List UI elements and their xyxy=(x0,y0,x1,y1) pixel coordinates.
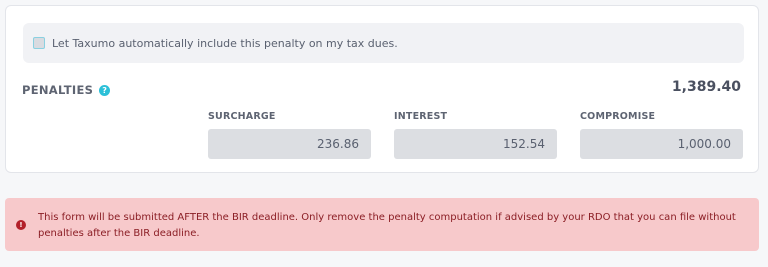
interest-input[interactable] xyxy=(394,129,557,159)
penalties-title-text: PENALTIES xyxy=(22,83,94,97)
interest-label: INTEREST xyxy=(394,111,448,122)
auto-include-penalty-label: Let Taxumo automatically include this pe… xyxy=(52,36,398,50)
compromise-field: COMPROMISE xyxy=(580,111,743,159)
auto-include-penalty-box: Let Taxumo automatically include this pe… xyxy=(23,23,744,63)
penalties-card: Let Taxumo automatically include this pe… xyxy=(5,5,759,173)
compromise-input[interactable] xyxy=(580,129,743,159)
surcharge-field: SURCHARGE xyxy=(208,111,371,159)
surcharge-label: SURCHARGE xyxy=(208,111,276,122)
help-icon[interactable]: ? xyxy=(99,84,111,96)
surcharge-input[interactable] xyxy=(208,129,371,159)
penalties-title: PENALTIES ? xyxy=(22,83,111,97)
late-filing-alert: ! This form will be submitted AFTER the … xyxy=(5,198,759,251)
penalties-total: 1,389.40 xyxy=(671,79,741,95)
alert-icon: ! xyxy=(16,220,26,230)
compromise-label: COMPROMISE xyxy=(580,111,656,122)
interest-field: INTEREST xyxy=(394,111,557,159)
auto-include-penalty-checkbox[interactable] xyxy=(33,37,45,49)
alert-message: This form will be submitted AFTER the BI… xyxy=(38,212,736,239)
